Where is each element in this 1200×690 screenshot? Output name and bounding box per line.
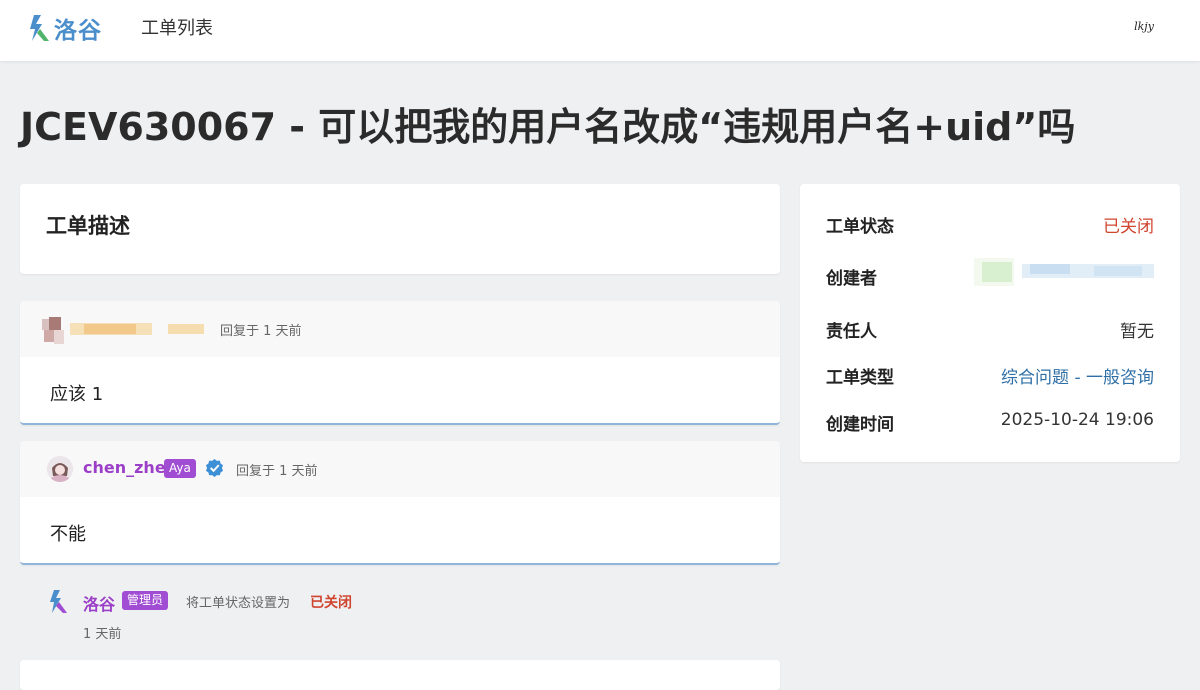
reply-content: 应该 1 [50, 384, 104, 405]
created-time-value: 2025-10-24 19:06 [1000, 410, 1154, 430]
avatar[interactable] [36, 313, 70, 347]
next-reply-card [20, 660, 780, 690]
reply-content: 不能 [50, 524, 86, 545]
detail-label: 工单状态 [826, 217, 894, 237]
reply-header: chen_zhe Aya 回复于 1 天前 [20, 441, 780, 497]
assignee-value: 暂无 [1120, 322, 1154, 342]
event-status: 已关闭 [310, 595, 352, 611]
admin-badge: 管理员 [122, 591, 169, 610]
detail-label: 创建时间 [826, 415, 894, 435]
site-logo[interactable]: 洛谷 [28, 10, 102, 46]
detail-row-created-time: 创建时间 2025-10-24 19:06 [826, 410, 1154, 435]
ticket-type-link[interactable]: 综合问题 - 一般咨询 [1001, 363, 1154, 388]
description-card: 工单描述 [20, 184, 780, 274]
user-avatar[interactable]: lkjy [1128, 10, 1160, 42]
anime-avatar-icon [47, 456, 73, 482]
reply-card: 回复于 1 天前 应该 1 [20, 301, 780, 425]
reply-header: 回复于 1 天前 [20, 301, 780, 357]
reply-username[interactable]: chen_zhe [83, 458, 166, 477]
status-change-event: 洛谷 管理员 将工单状态设置为 已关闭 1 天前 [48, 587, 768, 647]
blurred-creator-name[interactable] [974, 252, 1154, 292]
reply-time: 回复于 1 天前 [220, 324, 302, 339]
nav-ticket-list-link[interactable]: 工单列表 [141, 14, 213, 40]
detail-label: 工单类型 [826, 368, 894, 388]
page-title: JCEV630067 - 可以把我的用户名改成“违规用户名+uid”吗 [20, 105, 1076, 149]
luogu-logo-icon [50, 590, 67, 613]
event-action: 将工单状态设置为 [186, 596, 291, 611]
logo-text: 洛谷 [54, 18, 102, 44]
detail-row-status: 工单状态 已关闭 [826, 212, 1154, 237]
avatar[interactable] [47, 456, 73, 482]
event-time: 1 天前 [83, 627, 122, 642]
reply-card: chen_zhe Aya 回复于 1 天前 不能 [20, 441, 780, 565]
detail-label: 创建者 [826, 269, 877, 289]
detail-label: 责任人 [826, 322, 877, 342]
luogu-logo-icon [30, 15, 49, 41]
detail-row-creator: 创建者 [826, 258, 1154, 289]
ticket-details-card: 工单状态 已关闭 创建者 责任人 暂无 工单类型 综合问题 - 一般咨询 创建时… [800, 184, 1180, 462]
reply-time: 回复于 1 天前 [236, 464, 318, 479]
ticket-status-value: 已关闭 [1103, 217, 1154, 237]
blurred-username[interactable] [70, 321, 208, 335]
verified-icon [205, 458, 224, 477]
event-username[interactable]: 洛谷 [83, 591, 115, 615]
detail-row-type: 工单类型 综合问题 - 一般咨询 [826, 363, 1154, 388]
detail-row-assignee: 责任人 暂无 [826, 317, 1154, 342]
description-heading: 工单描述 [46, 214, 130, 238]
user-badge: Aya [164, 459, 196, 478]
top-navbar: 洛谷 工单列表 lkjy [0, 0, 1200, 61]
